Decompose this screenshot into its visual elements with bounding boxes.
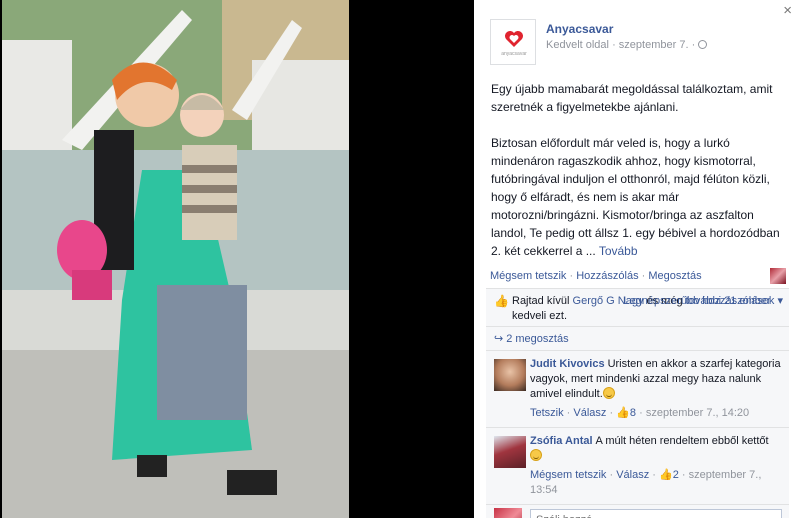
smile-emoji-icon [530, 449, 542, 461]
top-comments-dropdown[interactable]: Legnépszerűbb hozzászólások ▾ [623, 294, 783, 309]
thumbs-up-icon: 👍 [659, 469, 673, 481]
post-paragraph-2-text: Biztosan előfordult már veled is, hogy a… [491, 136, 780, 258]
meta-separator: · [691, 39, 696, 51]
post-photo[interactable] [2, 0, 349, 518]
feedback-section: 👍 Rajtad kívül Gergő G Nagy és még továb… [486, 288, 789, 518]
commenter-avatar[interactable] [494, 436, 526, 468]
viewer-avatar [494, 508, 522, 518]
post-body: Egy újabb mamabarát megoldással találkoz… [491, 80, 783, 278]
post-meta: Kedvelt oldal · szeptember 7. · [546, 39, 708, 51]
post-actions: Mégsem tetszik · Hozzászólás · Megosztás [490, 268, 786, 284]
comment-item: Zsófia Antal A múlt héten rendeltem ebből… [486, 428, 789, 505]
comment-reply-link[interactable]: Válasz [616, 469, 649, 481]
comment-composer [486, 505, 789, 518]
post-paragraph-1: Egy újabb mamabarát megoldással találkoz… [491, 82, 773, 114]
comment-meta: Mégsem tetszik · Válasz · 👍2 · szeptembe… [530, 469, 762, 496]
see-more-link[interactable]: Tovább [599, 244, 638, 258]
likes-prefix: Rajtad kívül [512, 295, 573, 307]
comment-link[interactable]: Hozzászólás [576, 270, 638, 282]
likes-summary: 👍 Rajtad kívül Gergő G Nagy és még továb… [486, 289, 789, 327]
top-comments-label: Legnépszerűbb hozzászólások [623, 295, 775, 307]
action-separator: · [569, 270, 574, 282]
post-paragraph-2: Biztosan előfordult már veled is, hogy a… [491, 134, 783, 260]
comment-author-link[interactable]: Zsófia Antal [530, 435, 593, 447]
viewer-avatar[interactable] [770, 268, 786, 284]
globe-icon[interactable] [698, 40, 708, 49]
page-name-link[interactable]: Anyacsavar [546, 22, 613, 36]
shares-count: 2 megosztás [506, 333, 569, 345]
share-link[interactable]: Megosztás [648, 270, 701, 282]
comment-author-link[interactable]: Judit Kivovics [530, 358, 605, 370]
comment-item: Judit Kivovics Uristen en akkor a szarfej… [486, 351, 789, 428]
comment-likes-count[interactable]: 👍2 [659, 469, 679, 481]
comment-meta: Tetszik · Válasz · 👍8 · szeptember 7., 1… [530, 407, 750, 419]
action-separator: · [641, 270, 646, 282]
photo-viewer [0, 0, 474, 518]
close-icon[interactable]: × [783, 3, 792, 18]
comment-likes-value: 2 [672, 469, 679, 481]
comment-unlike-link[interactable]: Mégsem tetszik [530, 469, 606, 481]
unlike-link[interactable]: Mégsem tetszik [490, 270, 566, 282]
comment-like-link[interactable]: Tetszik [530, 407, 564, 419]
post-date-link[interactable]: szeptember 7. [619, 39, 689, 51]
comment-reply-link[interactable]: Válasz [573, 407, 606, 419]
logo-text: anyacsavar [501, 51, 527, 57]
share-arrow-icon: ↪ [494, 333, 504, 345]
comment-likes-count[interactable]: 👍8 [616, 407, 636, 419]
thumbs-up-icon: 👍 [616, 407, 630, 419]
heart-logo-icon [505, 31, 523, 47]
likes-suffix: kedveli ezt. [512, 310, 568, 322]
smile-emoji-icon [602, 387, 615, 399]
page-avatar[interactable]: anyacsavar [490, 19, 536, 65]
meta-separator: · [612, 39, 616, 51]
page-type-label: Kedvelt oldal [546, 39, 609, 51]
thumbs-up-icon: 👍 [494, 294, 509, 308]
comment-text: A múlt héten rendeltem ebből kettőt [595, 435, 769, 447]
comment-input[interactable] [530, 509, 782, 518]
post-header: anyacsavar Anyacsavar Kedvelt oldal · sz… [490, 19, 780, 69]
comment-date[interactable]: szeptember 7., 14:20 [646, 407, 749, 419]
commenter-avatar[interactable] [494, 359, 526, 391]
comment-likes-value: 8 [629, 407, 637, 419]
shares-summary[interactable]: ↪ 2 megosztás [486, 327, 789, 351]
